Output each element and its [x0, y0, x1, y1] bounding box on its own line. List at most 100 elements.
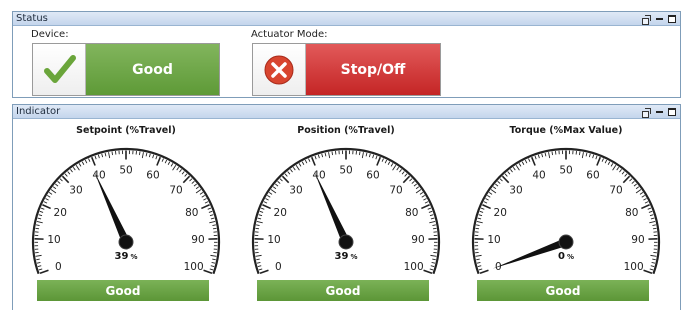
gauge-major-tick: [42, 204, 51, 210]
gauge-minor-tick: [255, 227, 260, 230]
gauge-minor-tick: [579, 151, 581, 156]
gauge-scale-label: 90: [191, 234, 204, 246]
gauge-minor-tick: [48, 192, 53, 195]
gauge-minor-tick: [588, 153, 591, 158]
gauge-minor-tick: [499, 178, 503, 182]
gauge-minor-tick: [111, 151, 113, 156]
gauge-minor-tick: [650, 217, 655, 220]
gauge-minor-tick: [421, 195, 425, 198]
gauge-scale-label: 20: [54, 207, 67, 219]
gauge-minor-tick: [204, 201, 209, 204]
gauge-scale-label: 70: [609, 185, 622, 197]
gauge-minor-tick: [97, 154, 100, 159]
gauge-minor-tick: [476, 261, 481, 264]
maximize-icon[interactable]: [668, 15, 676, 23]
gauge-minor-tick: [432, 227, 437, 230]
gauge-unit: %: [350, 253, 358, 261]
gauge-minor-tick: [427, 207, 432, 210]
maximize-icon[interactable]: [668, 108, 676, 116]
gauge-minor-tick: [401, 171, 405, 175]
restore-icon[interactable]: [642, 14, 651, 25]
gauge-readout: 39%: [246, 251, 446, 262]
gauge-scale-label: 50: [119, 165, 132, 177]
minimize-icon[interactable]: [655, 108, 664, 117]
actuator-mode-label: Actuator Mode:: [251, 29, 328, 40]
gauge-minor-tick: [279, 178, 283, 182]
gauge-minor-tick: [432, 224, 436, 226]
gauge-minor-tick: [207, 207, 212, 210]
gauge-minor-tick: [67, 171, 71, 175]
gauge-major-tick: [203, 269, 213, 275]
gauge-minor-tick: [631, 180, 635, 184]
gauge-minor-tick: [649, 268, 654, 271]
gauge-minor-tick: [45, 198, 49, 201]
gauge-minor-tick: [263, 201, 268, 204]
gauge-minor-tick: [497, 180, 501, 184]
gauge-minor-tick: [256, 220, 263, 224]
gauge-minor-tick: [148, 153, 151, 158]
gauge-minor-tick: [478, 268, 483, 271]
gauge-unit: %: [566, 253, 574, 261]
gauge-major-tick: [596, 156, 602, 166]
gauge-scale-label: 30: [509, 185, 522, 197]
gauge-minor-tick: [172, 165, 177, 171]
gauge-minor-tick: [633, 183, 637, 187]
gauge-minor-tick: [490, 189, 497, 194]
gauge-minor-tick: [387, 161, 391, 165]
gauge-minor-tick: [635, 186, 640, 190]
gauge-major-tick: [259, 269, 269, 275]
gauge-minor-tick: [195, 189, 202, 194]
error-x-icon: [264, 55, 294, 85]
gauge-scale-label: 30: [289, 185, 302, 197]
gauge-scale-label: 50: [559, 165, 572, 177]
gauge-minor-tick: [384, 159, 388, 164]
gauge-scale-label: 90: [411, 234, 424, 246]
gauge-minor-tick: [381, 158, 384, 162]
gauge-minor-tick: [317, 154, 320, 159]
gauge-scale-label: 10: [47, 234, 60, 246]
gauge-minor-tick: [212, 224, 216, 226]
gauge-major-tick: [182, 175, 191, 184]
gauge-minor-tick: [59, 178, 63, 182]
gauge-minor-tick: [483, 201, 488, 204]
gauge-major-tick: [156, 156, 162, 166]
status-panel-title: Status: [16, 13, 48, 24]
gauge-minor-tick: [179, 169, 182, 173]
gauge-minor-tick: [184, 173, 188, 177]
gauge-minor-tick: [88, 158, 91, 162]
gauge-minor-tick: [257, 265, 262, 268]
restore-icon[interactable]: [642, 107, 651, 118]
gauge-minor-tick: [504, 173, 508, 177]
gauge-minor-tick: [399, 169, 402, 173]
gauge-minor-tick: [409, 178, 413, 182]
gauge-minor-tick: [635, 189, 642, 194]
gauge-minor-tick: [84, 159, 88, 164]
gauge-minor-tick: [94, 155, 97, 160]
gauge-minor-tick: [534, 155, 537, 160]
gauge-major-tick: [376, 156, 382, 166]
gauge-minor-tick: [181, 171, 185, 175]
gauge-minor-tick: [647, 207, 652, 210]
gauge-minor-tick: [643, 198, 647, 201]
gauge-minor-tick: [210, 217, 215, 220]
minimize-icon[interactable]: [655, 15, 664, 24]
gauge-minor-tick: [47, 195, 51, 198]
gauge-minor-tick: [495, 183, 499, 187]
gauge-minor-tick: [518, 163, 522, 167]
gauge-minor-tick: [37, 265, 42, 268]
gauge-minor-tick: [55, 183, 59, 187]
gauge-minor-tick: [475, 227, 480, 230]
gauge-status-bar: Good: [477, 280, 649, 301]
gauge-scale-label: 80: [625, 207, 638, 219]
gauge-minor-tick: [650, 265, 655, 268]
gauge-minor-tick: [152, 154, 155, 159]
gauge-minor-tick: [298, 163, 302, 167]
gauge-minor-tick: [396, 166, 400, 171]
status-panel-controls: [642, 13, 676, 25]
gauge-minor-tick: [601, 158, 604, 162]
gauge-minor-tick: [164, 159, 168, 164]
gauge-minor-tick: [324, 152, 327, 157]
status-panel: Status Device: Good Actuator Mode: Stop/…: [12, 11, 681, 98]
gauge-major-tick: [310, 156, 316, 166]
gauge-minor-tick: [477, 265, 482, 268]
